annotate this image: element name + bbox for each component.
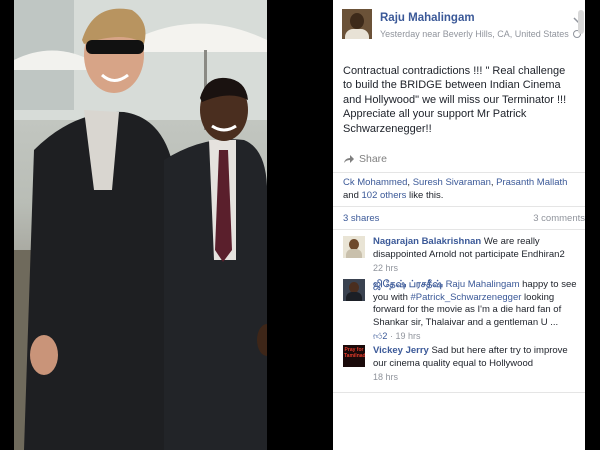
comment-body: ஜிதேஷ் ப்ரசதீஷ் Raju Mahalingam happy to… (373, 279, 583, 343)
comment-time[interactable]: 22 hrs (373, 262, 583, 275)
divider (333, 229, 585, 230)
comment-time[interactable]: 18 hrs (373, 371, 583, 384)
comment-body: Vickey Jerry Sad but here after try to i… (373, 345, 583, 384)
liker-link[interactable]: Ck Mohammed (343, 177, 407, 188)
scrollbar[interactable] (578, 10, 584, 34)
divider (333, 392, 585, 393)
author-name[interactable]: Raju Mahalingam (380, 12, 475, 24)
author-avatar[interactable] (342, 9, 372, 39)
comments-count[interactable]: 3 comments (533, 213, 585, 224)
share-label: Share (359, 153, 388, 165)
post-photo[interactable] (14, 0, 267, 450)
post-timestamp-location[interactable]: Yesterday near Beverly Hills, CA, United… (380, 29, 569, 39)
avatar-text: Pray for Tamilnadu (344, 347, 365, 359)
commenter-avatar[interactable]: Pray for Tamilnadu (343, 345, 365, 367)
shares-count[interactable]: 3 shares (343, 213, 379, 224)
post-panel: Raju Mahalingam Yesterday near Beverly H… (333, 0, 585, 450)
right-gutter (585, 0, 600, 450)
commenter-avatar[interactable] (343, 279, 365, 301)
comment-time[interactable]: 19 hrs (395, 331, 420, 341)
comment-mention[interactable]: Raju Mahalingam (446, 279, 520, 290)
comment-hashtag[interactable]: #Patrick_Schwarzenegger (411, 292, 522, 303)
likes-summary: Ck Mohammed, Suresh Sivaraman, Prasanth … (343, 177, 568, 201)
share-arrow-icon (344, 155, 354, 163)
likers-others-link[interactable]: 102 others (362, 190, 407, 201)
comment-author[interactable]: ஜிதேஷ் ப்ரசதீஷ் (373, 279, 443, 290)
comment-author[interactable]: Nagarajan Balakrishnan (373, 236, 481, 247)
comment-like-count[interactable]: 2 (382, 331, 387, 341)
post-header: Raju Mahalingam Yesterday near Beverly H… (342, 9, 583, 43)
post-text: Contractual contradictions !!! " Real ch… (343, 65, 567, 135)
commenter-avatar[interactable] (343, 236, 365, 258)
comment-body: Nagarajan Balakrishnan We are really dis… (373, 236, 583, 275)
post-meta: Yesterday near Beverly Hills, CA, United… (380, 29, 582, 39)
photo-illustration (14, 0, 267, 450)
liker-link[interactable]: Suresh Sivaraman (413, 177, 491, 188)
liker-link[interactable]: Prasanth Mallath (496, 177, 567, 188)
divider (333, 206, 585, 207)
divider (333, 172, 585, 173)
screenshot-stage: Raju Mahalingam Yesterday near Beverly H… (0, 0, 600, 450)
comment-meta: 👍︎2 · 19 hrs (373, 331, 421, 341)
thumbs-up-icon[interactable]: 👍︎ (373, 331, 382, 341)
comment-author[interactable]: Vickey Jerry (373, 345, 429, 356)
